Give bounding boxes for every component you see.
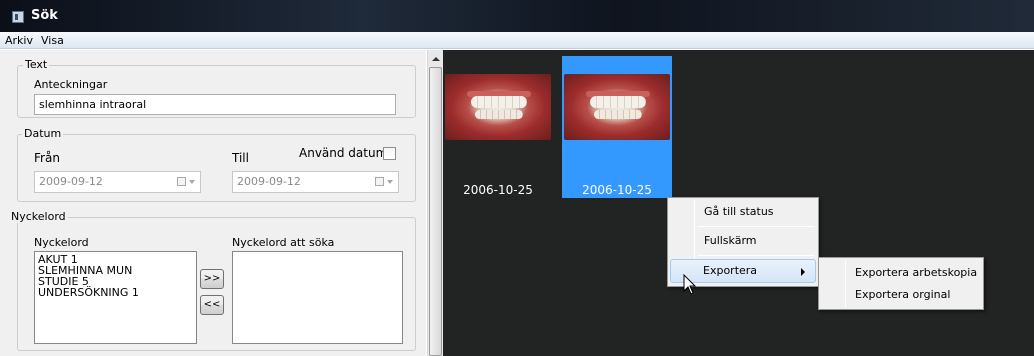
from-date-picker[interactable]: 2009-09-12 <box>34 171 201 193</box>
add-keyword-button[interactable]: >> <box>200 269 224 289</box>
app-icon <box>12 11 24 23</box>
thumbnail-date: 2006-10-25 <box>582 183 652 197</box>
menu-item-export-working-copy[interactable]: Exportera arbetskopia <box>821 261 981 285</box>
submenu-arrow-icon <box>801 268 805 276</box>
mouse-cursor-icon <box>683 274 697 295</box>
date-group-title: Datum <box>22 127 64 140</box>
to-date-value: 2009-09-12 <box>237 175 301 188</box>
date-group: Datum Från Till Använd datum 2009-09-12 … <box>17 127 416 202</box>
image-thumbnail[interactable]: 2006-10-25 <box>443 56 553 198</box>
search-criteria-panel: Text Anteckningar slemhinna intraoral Da… <box>0 50 426 356</box>
calendar-dropdown-icon[interactable] <box>375 176 395 188</box>
menu-item-fullscreen[interactable]: Fullskärm <box>670 229 816 253</box>
keyword-list-label: Nyckelord <box>34 236 89 249</box>
keyword-listbox[interactable]: AKUT 1 SLEMHINNA MUN STUDIE 5 UNDERSÖKNI… <box>34 251 197 344</box>
thumbnail-date: 2006-10-25 <box>463 183 533 197</box>
menu-visa[interactable]: Visa <box>41 34 64 47</box>
export-submenu: Exportera arbetskopia Exportera orginal <box>818 257 984 310</box>
menu-item-go-to-status[interactable]: Gå till status <box>670 200 816 224</box>
from-date-value: 2009-09-12 <box>39 175 103 188</box>
keyword-group-title: Nyckelord <box>9 210 68 223</box>
intraoral-photo <box>445 74 551 140</box>
to-label: Till <box>232 151 249 165</box>
intraoral-photo <box>564 74 670 140</box>
use-date-checkbox[interactable] <box>383 147 396 160</box>
menu-bar: Arkiv Visa <box>0 32 1034 49</box>
search-keyword-listbox[interactable] <box>232 251 403 344</box>
from-label: Från <box>34 151 60 165</box>
menu-item-export-original[interactable]: Exportera orginal <box>821 283 981 307</box>
scroll-up-icon[interactable] <box>432 57 440 61</box>
notes-label: Anteckningar <box>34 78 108 91</box>
text-group: Text Anteckningar slemhinna intraoral <box>17 58 416 118</box>
menu-arkiv[interactable]: Arkiv <box>5 34 33 47</box>
text-group-title: Text <box>23 58 50 71</box>
keyword-group: Nyckelord Nyckelord Nyckelord att söka A… <box>9 210 416 351</box>
use-date-label: Använd datum <box>299 146 388 160</box>
to-date-picker[interactable]: 2009-09-12 <box>232 171 399 193</box>
remove-keyword-button[interactable]: << <box>200 295 224 315</box>
list-item[interactable]: UNDERSÖKNING 1 <box>38 287 193 298</box>
scrollbar-thumb[interactable] <box>429 67 442 356</box>
window-title: Sök <box>31 8 58 23</box>
menu-separator <box>698 226 814 227</box>
title-bar: Sök <box>0 0 1034 32</box>
calendar-dropdown-icon[interactable] <box>177 176 197 188</box>
left-panel-scrollbar[interactable] <box>427 50 443 356</box>
menu-separator <box>698 255 814 256</box>
search-keyword-list-label: Nyckelord att söka <box>232 236 335 249</box>
notes-input[interactable]: slemhinna intraoral <box>34 94 396 115</box>
image-thumbnail-selected[interactable]: 2006-10-25 <box>562 56 672 198</box>
